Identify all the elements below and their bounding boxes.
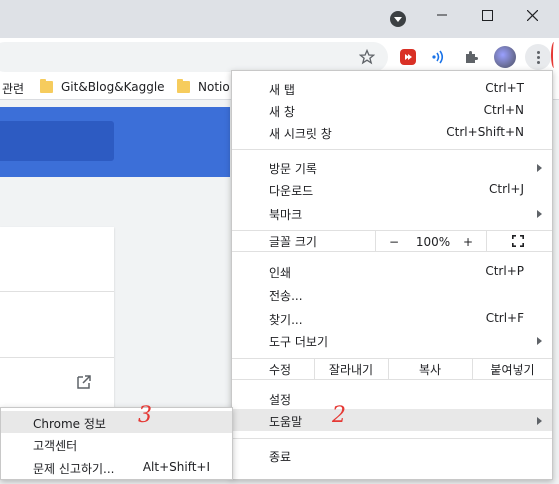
menu-item-label: 새 창 [269, 105, 295, 119]
submenu-item-label: 고객센터 [33, 439, 78, 453]
zoom-divider [486, 231, 487, 252]
menu-separator [232, 149, 552, 150]
avatar[interactable] [494, 46, 516, 68]
paste-button[interactable]: 붙여넣기 [473, 359, 552, 380]
content-card [0, 227, 114, 417]
menu-item-label: 도구 더보기 [269, 335, 329, 349]
submenu-arrow-icon [537, 164, 542, 172]
menu-item-cast[interactable]: 전송... [232, 283, 552, 305]
copy-button[interactable]: 복사 [389, 359, 471, 380]
zoom-in-button[interactable]: + [458, 231, 478, 252]
submenu-arrow-icon [537, 417, 542, 425]
zoom-label: 글꼴 크기 [269, 235, 317, 249]
menu-shortcut: Ctrl+Shift+N [446, 125, 524, 139]
zoom-divider [375, 231, 376, 252]
zoom-row: 글꼴 크기 − 100% + [232, 230, 552, 252]
menu-shortcut: Ctrl+P [485, 264, 524, 278]
menu-item-label: 찾기... [269, 313, 303, 327]
bookmark-git-blog-kaggle[interactable]: Git&Blog&Kaggle [61, 80, 165, 94]
menu-item-new-window[interactable]: 새 창 Ctrl+N [232, 99, 552, 121]
menu-separator [232, 438, 552, 439]
banner-inner-block [0, 121, 114, 161]
menu-item-history[interactable]: 방문 기록 [232, 156, 552, 178]
submenu-item-about-chrome[interactable]: Chrome 정보 [1, 411, 232, 433]
maximize-button[interactable] [465, 0, 509, 30]
help-submenu: Chrome 정보 고객센터 문제 신고하기... Alt+Shift+I [0, 407, 233, 480]
puzzle-icon[interactable] [461, 47, 481, 67]
menu-item-new-tab[interactable]: 새 탭 Ctrl+T [232, 77, 552, 99]
page-header-banner [0, 107, 230, 177]
submenu-arrow-icon [537, 337, 542, 345]
card-divider [0, 291, 114, 292]
annotation-step-2: 2 [332, 403, 346, 428]
menu-item-print[interactable]: 인쇄 Ctrl+P [232, 260, 552, 282]
red-media-icon[interactable] [400, 49, 416, 65]
menu-item-label: 북마크 [269, 208, 303, 222]
minimize-button[interactable] [420, 0, 464, 30]
menu-shortcut: Ctrl+N [483, 103, 524, 117]
bookmark-partial[interactable]: 관련 [2, 80, 24, 97]
submenu-item-help-center[interactable]: 고객센터 [1, 433, 232, 455]
menu-item-label: 인쇄 [269, 266, 292, 280]
zoom-level: 100% [415, 234, 451, 249]
close-button[interactable] [510, 0, 554, 30]
more-menu-button[interactable] [525, 44, 551, 70]
menu-item-label: 새 시크릿 창 [269, 127, 332, 141]
card-divider [0, 357, 114, 358]
menu-item-downloads[interactable]: 다운로드 Ctrl+J [232, 178, 552, 200]
zoom-out-button[interactable]: − [384, 231, 404, 252]
bookmark-notion[interactable]: Notio [198, 80, 230, 94]
menu-item-incognito[interactable]: 새 시크릿 창 Ctrl+Shift+N [232, 121, 552, 143]
menu-item-exit[interactable]: 종료 [232, 444, 552, 466]
address-bar[interactable] [0, 42, 388, 72]
annotation-step-3: 3 [138, 403, 152, 428]
annotation-mark-1 [551, 42, 557, 68]
fullscreen-icon[interactable] [512, 235, 524, 247]
menu-item-more-tools[interactable]: 도구 더보기 [232, 329, 552, 351]
edit-row: 수정 잘라내기 복사 붙여넣기 [232, 358, 552, 380]
menu-shortcut: Ctrl+J [489, 182, 524, 196]
open-external-icon[interactable] [76, 374, 92, 390]
menu-item-label: 방문 기록 [269, 162, 317, 176]
wifi-signal-icon[interactable] [428, 47, 448, 67]
close-icon [526, 9, 538, 21]
menu-item-label: 도움말 [269, 415, 303, 429]
menu-item-label: 새 탭 [269, 83, 295, 97]
menu-shortcut: Ctrl+F [485, 311, 524, 325]
tab-search-icon[interactable] [390, 11, 406, 27]
menu-item-bookmarks[interactable]: 북마크 [232, 202, 552, 224]
star-icon[interactable] [357, 47, 377, 67]
cut-button[interactable]: 잘라내기 [315, 359, 387, 380]
submenu-item-label: Chrome 정보 [33, 417, 106, 431]
folder-icon [177, 79, 190, 93]
menu-item-find[interactable]: 찾기... Ctrl+F [232, 307, 552, 329]
menu-item-label: 전송... [269, 289, 303, 303]
submenu-item-report-issue[interactable]: 문제 신고하기... Alt+Shift+I [1, 456, 232, 478]
chrome-main-menu: 새 탭 Ctrl+T 새 창 Ctrl+N 새 시크릿 창 Ctrl+Shift… [231, 70, 553, 480]
menu-shortcut: Ctrl+T [485, 81, 524, 95]
title-bar [0, 0, 559, 38]
menu-item-label: 설정 [269, 393, 292, 407]
submenu-item-label: 문제 신고하기... [33, 462, 115, 476]
folder-icon [40, 79, 53, 93]
menu-item-label: 종료 [269, 450, 292, 464]
submenu-shortcut: Alt+Shift+I [142, 460, 210, 474]
minimize-icon [437, 14, 447, 16]
maximize-icon [481, 9, 493, 21]
menu-item-label: 다운로드 [269, 184, 314, 198]
menu-item-help[interactable]: 도움말 [232, 409, 552, 431]
edit-label: 수정 [269, 363, 292, 377]
submenu-arrow-icon [537, 210, 542, 218]
menu-item-settings[interactable]: 설정 [232, 387, 552, 409]
